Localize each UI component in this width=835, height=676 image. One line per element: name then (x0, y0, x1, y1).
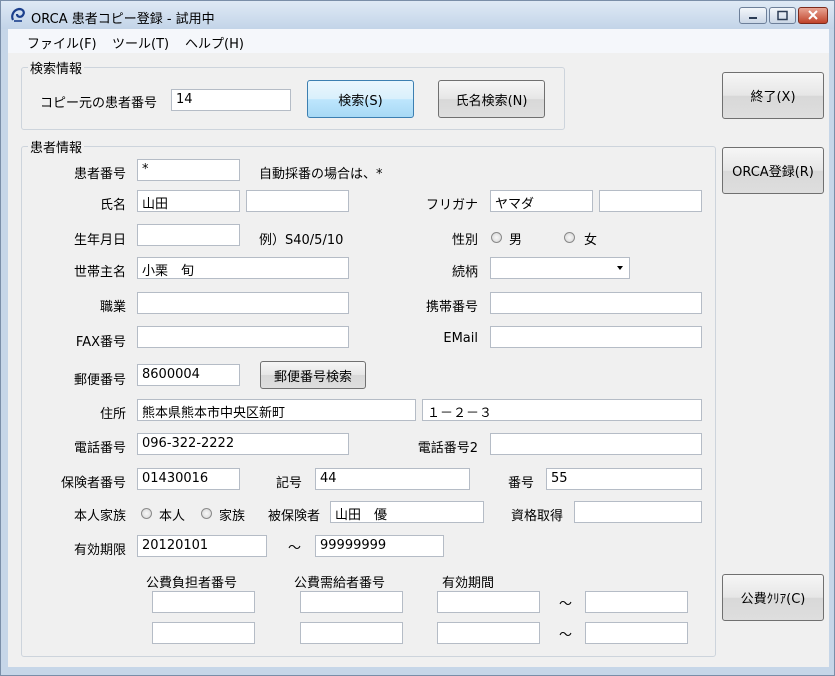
menu-tools[interactable]: ツール(T) (112, 33, 169, 52)
validity-to-input[interactable]: 99999999 (315, 535, 444, 557)
name-input-2[interactable] (246, 190, 349, 212)
public-period-to-input-2[interactable] (585, 622, 688, 644)
insurer-no-label: 保険者番号 (60, 476, 126, 491)
address-input-1[interactable]: 熊本県熊本市中央区新町 (137, 399, 416, 421)
auto-number-note: 自動採番の場合は、* (259, 167, 383, 182)
phone-input[interactable]: 096-322-2222 (137, 433, 349, 455)
public-recipient-input-2[interactable] (300, 622, 403, 644)
name-label: 氏名 (99, 198, 126, 213)
public-tilde-2: ～ (559, 628, 573, 643)
public-tilde-1: ～ (559, 597, 573, 612)
fax-input[interactable] (137, 326, 349, 348)
search-group-legend: 検索情報 (30, 62, 83, 77)
main-panel: 検索情報 コピー元の患者番号 14 検索(S) 氏名検索(N) 終了(X) OR… (8, 53, 829, 667)
qualification-input[interactable] (574, 501, 702, 523)
validity-tilde: ～ (288, 541, 302, 556)
fax-label: FAX番号 (75, 335, 126, 350)
sex-label: 性別 (451, 233, 478, 248)
menu-bar: ファイル(F) ツール(T) ヘルプ(H) (8, 29, 829, 53)
mobile-input[interactable] (490, 292, 702, 314)
kana-label: フリガナ (425, 198, 478, 213)
maximize-button[interactable] (769, 7, 796, 24)
family-radio[interactable] (201, 508, 212, 519)
public-clear-button[interactable]: 公費ｸﾘｱ(C) (722, 574, 824, 621)
address-label: 住所 (99, 407, 126, 422)
mobile-label: 携帯番号 (425, 300, 478, 315)
name-input-1[interactable]: 山田 (137, 190, 240, 212)
public-payer-input-2[interactable] (152, 622, 255, 644)
copy-source-input[interactable]: 14 (171, 89, 291, 111)
search-button[interactable]: 検索(S) (307, 80, 414, 118)
public-period-header: 有効期間 (442, 576, 495, 591)
exit-button[interactable]: 終了(X) (722, 72, 824, 119)
minimize-button[interactable] (739, 7, 767, 24)
phone2-input[interactable] (490, 433, 702, 455)
menu-file[interactable]: ファイル(F) (27, 33, 97, 52)
email-label: EMail (443, 331, 478, 346)
minimize-icon (749, 17, 757, 19)
job-label: 職業 (99, 300, 126, 315)
number-label: 番号 (508, 476, 535, 491)
number-input[interactable]: 55 (546, 468, 702, 490)
email-input[interactable] (490, 326, 702, 348)
patient-group-legend: 患者情報 (30, 141, 83, 156)
self-radio[interactable] (141, 508, 152, 519)
validity-label: 有効期限 (73, 543, 126, 558)
phone2-label: 電話番号2 (417, 441, 478, 456)
orca-app-icon (11, 7, 25, 22)
job-input[interactable] (137, 292, 349, 314)
app-window: ORCA 患者コピー登録 - 試用中 ファイル(F) ツール(T) ヘルプ(H)… (0, 0, 835, 676)
symbol-label: 記号 (276, 476, 303, 491)
patient-no-input[interactable]: * (137, 159, 240, 181)
postal-search-button[interactable]: 郵便番号検索 (260, 361, 366, 389)
birth-input[interactable] (137, 224, 240, 246)
sex-male-radio[interactable] (491, 232, 502, 243)
public-recipient-input-1[interactable] (300, 591, 403, 613)
family-label: 本人家族 (73, 509, 126, 524)
qualification-label: 資格取得 (511, 509, 564, 524)
public-recipient-header: 公費需給者番号 (294, 576, 386, 591)
postal-label: 郵便番号 (73, 373, 126, 388)
title-bar: ORCA 患者コピー登録 - 試用中 (1, 1, 834, 29)
patient-no-label: 患者番号 (73, 167, 126, 182)
householder-input[interactable]: 小栗 旬 (137, 257, 349, 279)
relation-label: 続柄 (451, 265, 478, 280)
insurer-no-input[interactable]: 01430016 (137, 468, 240, 490)
validity-from-input[interactable]: 20120101 (137, 535, 267, 557)
copy-source-label: コピー元の患者番号 (40, 96, 158, 111)
symbol-input[interactable]: 44 (315, 468, 470, 490)
insured-label: 被保険者 (268, 509, 321, 524)
close-button[interactable] (798, 7, 828, 24)
insured-input[interactable]: 山田 優 (330, 501, 484, 523)
sex-female-radio[interactable] (564, 232, 575, 243)
self-radio-label: 本人 (159, 509, 186, 524)
public-payer-header: 公費負担者番号 (146, 576, 238, 591)
public-period-from-input-1[interactable] (437, 591, 540, 613)
name-search-button[interactable]: 氏名検索(N) (438, 80, 545, 118)
householder-label: 世帯主名 (73, 265, 126, 280)
maximize-icon (777, 10, 788, 21)
menu-help[interactable]: ヘルプ(H) (185, 33, 244, 52)
kana-input-2[interactable] (599, 190, 702, 212)
phone-label: 電話番号 (73, 441, 126, 456)
family-radio-label: 家族 (219, 509, 246, 524)
postal-input[interactable]: 8600004 (137, 364, 240, 386)
public-period-to-input-1[interactable] (585, 591, 688, 613)
relation-select[interactable] (490, 257, 630, 279)
address-input-2[interactable]: １－２－３ (422, 399, 702, 421)
window-title: ORCA 患者コピー登録 - 試用中 (31, 12, 215, 27)
sex-female-label: 女 (584, 233, 598, 248)
sex-male-label: 男 (509, 233, 523, 248)
close-icon (808, 10, 818, 20)
birth-label: 生年月日 (73, 233, 126, 248)
chevron-down-icon (617, 266, 623, 270)
birth-example: 例）S40/5/10 (259, 233, 344, 248)
public-period-from-input-2[interactable] (437, 622, 540, 644)
public-payer-input-1[interactable] (152, 591, 255, 613)
kana-input-1[interactable]: ヤマダ (490, 190, 593, 212)
orca-register-button[interactable]: ORCA登録(R) (722, 147, 824, 194)
